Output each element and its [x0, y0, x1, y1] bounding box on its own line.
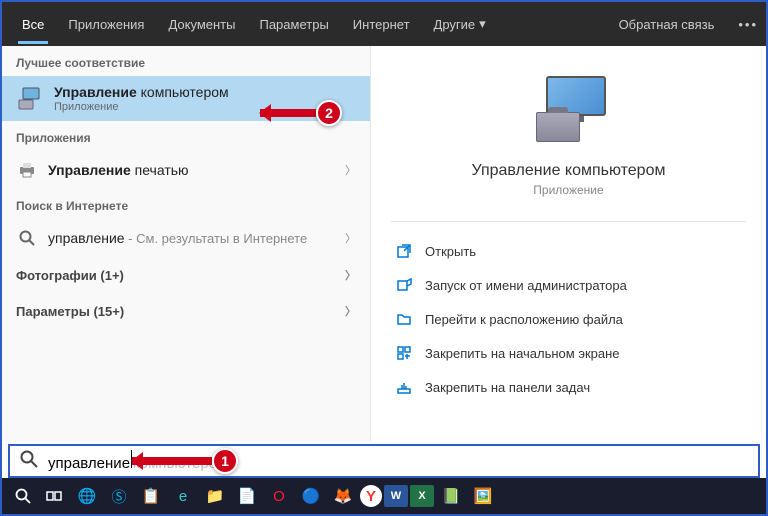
preview-panel: Управление компьютером Приложение Открыт…: [370, 46, 766, 441]
computer-management-large-icon: [524, 76, 614, 146]
action-open[interactable]: Открыть: [391, 234, 746, 268]
result-print-management[interactable]: Управление печатью 〉: [2, 151, 370, 189]
action-pin-taskbar[interactable]: Закрепить на панели задач: [391, 370, 746, 404]
category-photos[interactable]: Фотографии (1+) 〉: [2, 257, 370, 293]
taskbar-app-2[interactable]: 📋: [136, 481, 166, 511]
taskbar-explorer-icon[interactable]: 📁: [200, 481, 230, 511]
tab-all[interactable]: Все: [10, 5, 56, 44]
tab-settings[interactable]: Параметры: [247, 5, 340, 44]
taskbar-app-4[interactable]: 📗: [436, 481, 466, 511]
chevron-right-icon: 〉: [345, 230, 356, 246]
callout-arrow-1: [132, 457, 212, 465]
search-tabs: Все Приложения Документы Параметры Интер…: [2, 2, 766, 46]
taskbar-app-5[interactable]: 🖼️: [468, 481, 498, 511]
section-web: Поиск в Интернете: [2, 189, 370, 219]
taskbar-app-3[interactable]: 📄: [232, 481, 262, 511]
chevron-right-icon: 〉: [345, 267, 356, 283]
results-panel: Лучшее соответствие Управление компьютер…: [2, 46, 370, 441]
taskbar-taskview-icon[interactable]: [40, 481, 70, 511]
action-file-location[interactable]: Перейти к расположению файла: [391, 302, 746, 336]
search-bar[interactable]: управлениекомпьютером: [8, 444, 760, 478]
preview-title: Управление компьютером: [391, 162, 746, 180]
taskbar-edge-icon[interactable]: e: [168, 481, 198, 511]
more-options-icon[interactable]: •••: [738, 17, 758, 32]
result-web-search[interactable]: управление - См. результаты в Интернете …: [2, 219, 370, 257]
section-apps: Приложения: [2, 121, 370, 151]
callout-2: 2: [316, 100, 342, 126]
preview-subtitle: Приложение: [391, 183, 746, 197]
search-text: управление: [48, 455, 130, 472]
taskbar-word-icon[interactable]: W: [384, 485, 408, 507]
folder-icon: [395, 310, 413, 328]
taskbar-app-1[interactable]: 🌐: [72, 481, 102, 511]
taskbar-skype-icon[interactable]: Ⓢ: [104, 481, 134, 511]
printer-icon: [16, 159, 38, 181]
taskbar-chrome-icon[interactable]: 🔵: [296, 481, 326, 511]
chevron-right-icon: 〉: [345, 162, 356, 178]
pin-taskbar-icon: [395, 378, 413, 396]
search-body: Лучшее соответствие Управление компьютер…: [2, 46, 766, 441]
taskbar: 🌐 Ⓢ 📋 e 📁 📄 O 🔵 🦊 Y W X 📗 🖼️: [2, 478, 766, 514]
pin-start-icon: [395, 344, 413, 362]
open-icon: [395, 242, 413, 260]
chevron-down-icon: ▾: [479, 16, 486, 32]
tab-docs[interactable]: Документы: [156, 5, 247, 44]
taskbar-opera-icon[interactable]: O: [264, 481, 294, 511]
taskbar-firefox-icon[interactable]: 🦊: [328, 481, 358, 511]
search-icon: [20, 450, 38, 473]
action-run-admin[interactable]: Запуск от имени администратора: [391, 268, 746, 302]
category-params[interactable]: Параметры (15+) 〉: [2, 293, 370, 329]
tab-more[interactable]: Другие ▾: [422, 4, 498, 44]
taskbar-search-icon[interactable]: [8, 481, 38, 511]
computer-management-icon: [16, 85, 44, 113]
callout-1: 1: [212, 448, 238, 474]
divider: [391, 221, 746, 222]
tab-internet[interactable]: Интернет: [341, 5, 422, 44]
chevron-right-icon: 〉: [345, 303, 356, 319]
shield-icon: [395, 276, 413, 294]
action-pin-start[interactable]: Закрепить на начальном экране: [391, 336, 746, 370]
taskbar-excel-icon[interactable]: X: [410, 485, 434, 507]
section-best-match: Лучшее соответствие: [2, 46, 370, 76]
feedback-link[interactable]: Обратная связь: [607, 5, 727, 44]
callout-arrow-2: [260, 109, 316, 117]
search-icon: [16, 227, 38, 249]
taskbar-yandex-icon[interactable]: Y: [360, 485, 382, 507]
tab-apps[interactable]: Приложения: [56, 5, 156, 44]
